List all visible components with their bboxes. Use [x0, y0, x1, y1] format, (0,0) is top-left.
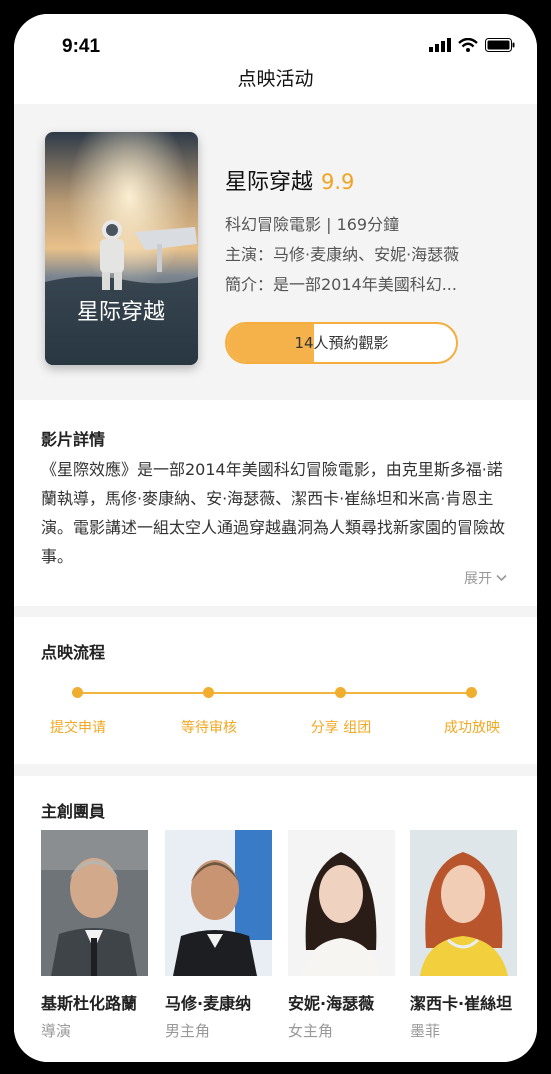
- movie-title-row: 星际穿越 9.9: [225, 164, 525, 196]
- step-share: 分享 组团: [310, 720, 372, 736]
- crew-card[interactable]: 马修·麦康纳 男主角: [165, 830, 272, 1041]
- reserve-button[interactable]: 14人預約觀影: [225, 322, 458, 364]
- wifi-icon: [458, 38, 478, 52]
- crew-photo: [165, 830, 272, 976]
- step-dot: [203, 687, 214, 698]
- crew-photo: [288, 830, 395, 976]
- movie-score: 9.9: [321, 170, 355, 194]
- movie-header: 星际穿越 星际穿越 9.9 科幻冒險電影 | 169分鐘 主演：马修·麦康纳、安…: [14, 104, 537, 398]
- crew-title: 主創團員: [41, 802, 106, 821]
- signal-icon: [429, 38, 451, 52]
- step-dot: [72, 687, 83, 698]
- crew-card[interactable]: 基斯杜化路蘭 導演: [41, 830, 148, 1041]
- step-dot: [335, 687, 346, 698]
- crew-card[interactable]: 潔西卡·崔絲坦 墨菲: [410, 830, 517, 1041]
- reserve-label: 14人預約觀影: [294, 334, 389, 352]
- crew-card[interactable]: 安妮·海瑟薇 女主角: [288, 830, 395, 1041]
- movie-title: 星际穿越: [225, 170, 314, 195]
- detail-text: 《星際效應》是一部2014年美國科幻冒險電影，由克里斯多福·諾蘭執導，馬修·麥康…: [41, 460, 506, 566]
- crew-name: 基斯杜化路蘭: [41, 994, 138, 1013]
- process-section: 点映流程 提交申请 等待审核 分享 组团 成功放映: [14, 617, 537, 764]
- cast-line: 主演：马修·麦康纳、安妮·海瑟薇: [225, 245, 460, 264]
- page-title: 点映活动: [237, 68, 314, 90]
- movie-info: 星际穿越 9.9 科幻冒險電影 | 169分鐘 主演：马修·麦康纳、安妮·海瑟薇…: [225, 164, 525, 300]
- step-submit: 提交申请: [50, 720, 106, 736]
- crew-role: 男主角: [165, 1022, 211, 1040]
- crew-photo: [41, 830, 148, 976]
- crew-section: 主創團員 基斯杜化路蘭 導演 马修·麦康纳 男主角 安妮·海瑟薇 女主角 潔西卡…: [14, 776, 537, 1062]
- crew-role: 導演: [41, 1022, 72, 1040]
- crew-role: 女主角: [288, 1022, 334, 1040]
- step-dot: [466, 687, 477, 698]
- expand-button[interactable]: 展开: [464, 568, 507, 588]
- movie-detail-section: 影片詳情 《星際效應》是一部2014年美國科幻冒險電影，由克里斯多福·諾蘭執導，…: [14, 400, 537, 606]
- crew-name: 潔西卡·崔絲坦: [410, 994, 513, 1013]
- crew-name: 安妮·海瑟薇: [288, 994, 375, 1013]
- poster-title: 星际穿越: [77, 300, 165, 325]
- crew-photo: [410, 830, 517, 976]
- battery-icon: [485, 38, 515, 52]
- detail-title: 影片詳情: [41, 430, 106, 449]
- chevron-down-icon: [496, 574, 507, 582]
- expand-label: 展开: [464, 571, 492, 587]
- crew-role: 墨菲: [410, 1022, 441, 1040]
- status-time: 9:41: [62, 36, 101, 57]
- movie-meta: 科幻冒險電影 | 169分鐘 主演：马修·麦康纳、安妮·海瑟薇 簡介：是一部20…: [225, 210, 525, 300]
- step-review: 等待审核: [181, 720, 237, 736]
- step-screening: 成功放映: [444, 720, 500, 736]
- genre-runtime: 科幻冒險電影 | 169分鐘: [225, 215, 400, 234]
- phone-frame: 9:41 点映活动 星际穿越 星际穿越 9.9 科幻冒險電影 | 169分鐘 主…: [0, 0, 551, 1074]
- screen: 9:41 点映活动 星际穿越 星际穿越 9.9 科幻冒險電影 | 169分鐘 主…: [14, 14, 537, 1062]
- crew-name: 马修·麦康纳: [165, 994, 252, 1013]
- process-title: 点映流程: [41, 643, 106, 662]
- process-timeline: [77, 692, 472, 694]
- status-icons: [429, 38, 515, 52]
- intro-line: 簡介：是一部2014年美國科幻...: [225, 275, 457, 294]
- poster-image: 星际穿越: [45, 132, 198, 365]
- movie-poster[interactable]: 星际穿越: [45, 132, 198, 365]
- top-bar: 9:41 点映活动: [14, 14, 537, 104]
